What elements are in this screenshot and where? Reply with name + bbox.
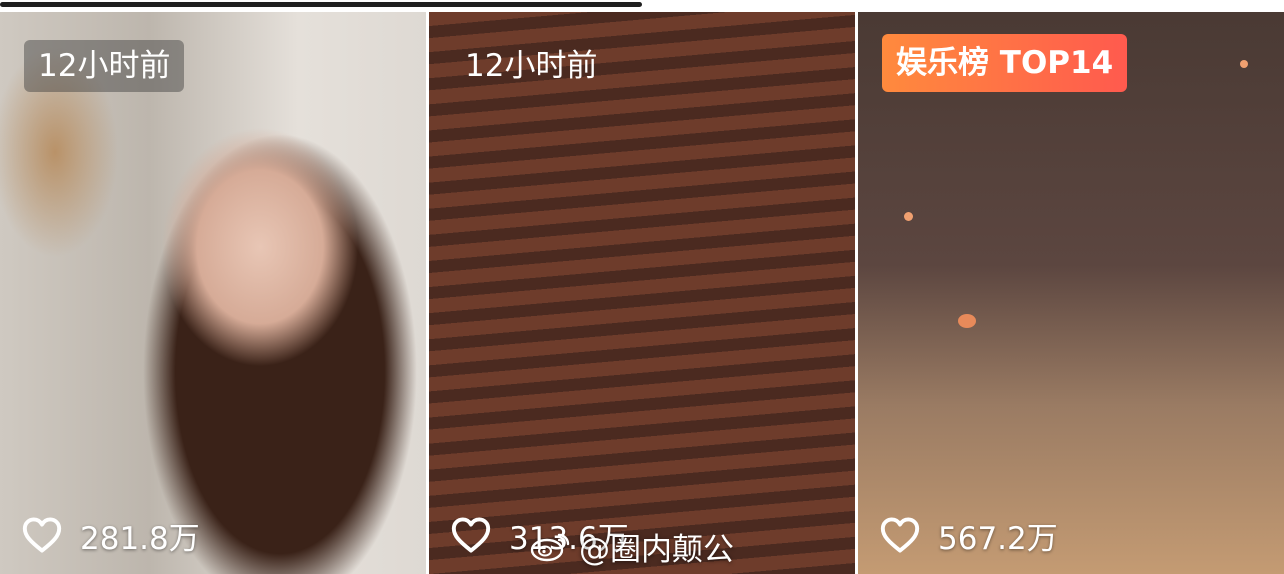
- like-count: 281.8万: [80, 520, 200, 557]
- weibo-icon: [530, 533, 570, 562]
- video-card-3[interactable]: 娱乐榜 TOP14 567.2万: [858, 12, 1284, 574]
- confetti-dot: [1240, 60, 1248, 68]
- like-count-row: 281.8万: [22, 510, 200, 560]
- video-card-2[interactable]: 12小时前 313.6万: [429, 12, 855, 574]
- watermark: @圈内颠公: [529, 524, 734, 568]
- watermark-text: @圈内颠公: [579, 531, 734, 568]
- posted-time-badge: 12小时前: [24, 40, 185, 92]
- video-grid: 12小时前 281.8万 12小时前 313.6万 娱乐榜 TOP14 567.…: [0, 12, 1284, 574]
- ranking-badge[interactable]: 娱乐榜 TOP14: [882, 34, 1128, 92]
- heart-outline-icon: [451, 517, 491, 553]
- video-progress-track[interactable]: [0, 0, 1284, 9]
- confetti-dot: [904, 212, 913, 221]
- heart-outline-icon: [22, 517, 62, 553]
- like-count: 567.2万: [938, 520, 1058, 557]
- posted-time-badge: 12小时前: [465, 48, 598, 84]
- video-card-1[interactable]: 12小时前 281.8万: [0, 12, 426, 574]
- video-progress-fill: [0, 2, 642, 7]
- heart-outline-icon: [880, 517, 920, 553]
- like-count-row: 567.2万: [880, 510, 1058, 560]
- confetti-dot: [958, 314, 976, 328]
